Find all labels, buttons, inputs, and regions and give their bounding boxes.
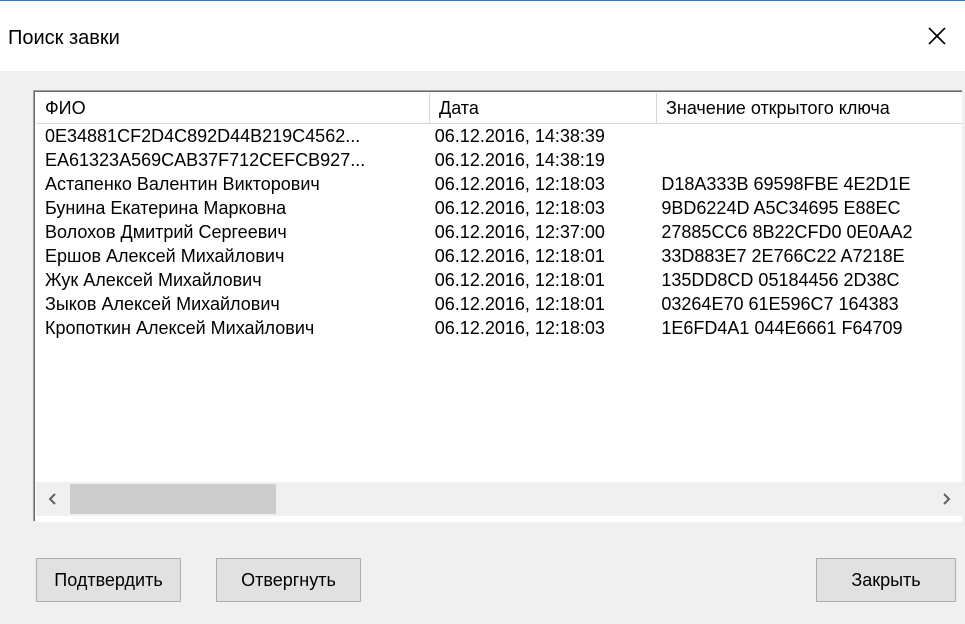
list-row[interactable]: Жук Алексей Михайлович 06.12.2016, 12:18:… [36, 269, 962, 293]
horizontal-scrollbar[interactable] [36, 482, 962, 516]
chevron-left-icon [48, 493, 56, 505]
list-row[interactable]: EA61323A569CAB37F712CEFCB927... 06.12.201… [36, 149, 962, 173]
cell-fio: EA61323A569CAB37F712CEFCB927... [45, 150, 366, 170]
cell-date: 06.12.2016, 12:37:00 [434, 222, 605, 242]
close-window-button[interactable] [914, 15, 960, 57]
title-bar: Поиск завки [0, 1, 965, 71]
column-header-fio[interactable]: ФИО [36, 93, 430, 124]
list-header: ФИО Дата Значение открытого ключа [36, 93, 962, 124]
scroll-right-button[interactable] [929, 482, 962, 516]
cell-fio: Зыков Алексей Михайлович [45, 294, 280, 314]
cell-public-key: D18A333B 69598FBE 4E2D1E [661, 174, 911, 194]
list-row[interactable]: 0E34881CF2D4C892D44B219C4562... 06.12.201… [36, 125, 962, 149]
cell-public-key [650, 125, 962, 149]
cell-date: 06.12.2016, 12:18:03 [434, 174, 605, 194]
dialog-window: Поиск завки ФИО Дата Значение открытого … [0, 0, 965, 624]
cell-fio: Жук Алексей Михайлович [45, 270, 262, 290]
list-row[interactable]: Ершов Алексей Михайлович 06.12.2016, 12:1… [36, 245, 962, 269]
list-body: 0E34881CF2D4C892D44B219C4562... 06.12.201… [36, 125, 962, 341]
cell-fio: Бунина Екатерина Марковна [45, 198, 287, 218]
cell-date: 06.12.2016, 12:18:01 [434, 294, 605, 314]
list-row[interactable]: Кропоткин Алексей Михайлович 06.12.2016, … [36, 317, 962, 341]
request-list[interactable]: ФИО Дата Значение открытого ключа 0E3488… [33, 90, 962, 522]
confirm-button[interactable]: Подтвердить [36, 558, 181, 602]
cell-public-key: 27885CC6 8B22CFD0 0E0AA2 [661, 222, 913, 242]
close-button[interactable]: Закрыть [816, 558, 956, 602]
scrollbar-thumb[interactable] [70, 484, 276, 514]
window-title: Поиск завки [8, 27, 120, 49]
cell-public-key: 135DD8CD 05184456 2D38C [661, 270, 900, 290]
cell-fio: Астапенко Валентин Викторович [45, 174, 320, 194]
cell-public-key: 1E6FD4A1 044E6661 F64709 [661, 318, 903, 338]
column-header-public-key[interactable]: Значение открытого ключа [657, 93, 962, 124]
cell-date: 06.12.2016, 12:18:03 [434, 198, 605, 218]
list-row[interactable]: Волохов Дмитрий Сергеевич 06.12.2016, 12:… [36, 221, 962, 245]
cell-date: 06.12.2016, 14:38:19 [434, 150, 605, 170]
scroll-left-button[interactable] [36, 482, 70, 516]
chevron-right-icon [943, 493, 951, 505]
column-header-date[interactable]: Дата [430, 93, 657, 124]
close-icon [928, 27, 946, 45]
cell-public-key: 33D883E7 2E766C22 A7218E [661, 246, 905, 266]
list-row[interactable]: Астапенко Валентин Викторович 06.12.2016,… [36, 173, 962, 197]
cell-date: 06.12.2016, 12:18:03 [434, 318, 605, 338]
cell-date: 06.12.2016, 12:18:01 [434, 246, 605, 266]
cell-date: 06.12.2016, 14:38:39 [434, 126, 605, 146]
list-row[interactable]: Бунина Екатерина Марковна 06.12.2016, 12:… [36, 197, 962, 221]
reject-button[interactable]: Отвергнуть [216, 558, 361, 602]
cell-public-key: 9BD6224D A5C34695 E88EC [661, 198, 901, 218]
cell-date: 06.12.2016, 12:18:01 [434, 270, 605, 290]
cell-public-key: 03264E70 61E596C7 164383 [661, 294, 899, 314]
cell-public-key [650, 149, 962, 173]
cell-fio: Ершов Алексей Михайлович [45, 246, 285, 266]
cell-fio: 0E34881CF2D4C892D44B219C4562... [45, 126, 361, 146]
list-row[interactable]: Зыков Алексей Михайлович 06.12.2016, 12:1… [36, 293, 962, 317]
cell-fio: Волохов Дмитрий Сергеевич [45, 222, 287, 242]
cell-fio: Кропоткин Алексей Михайлович [45, 318, 315, 338]
